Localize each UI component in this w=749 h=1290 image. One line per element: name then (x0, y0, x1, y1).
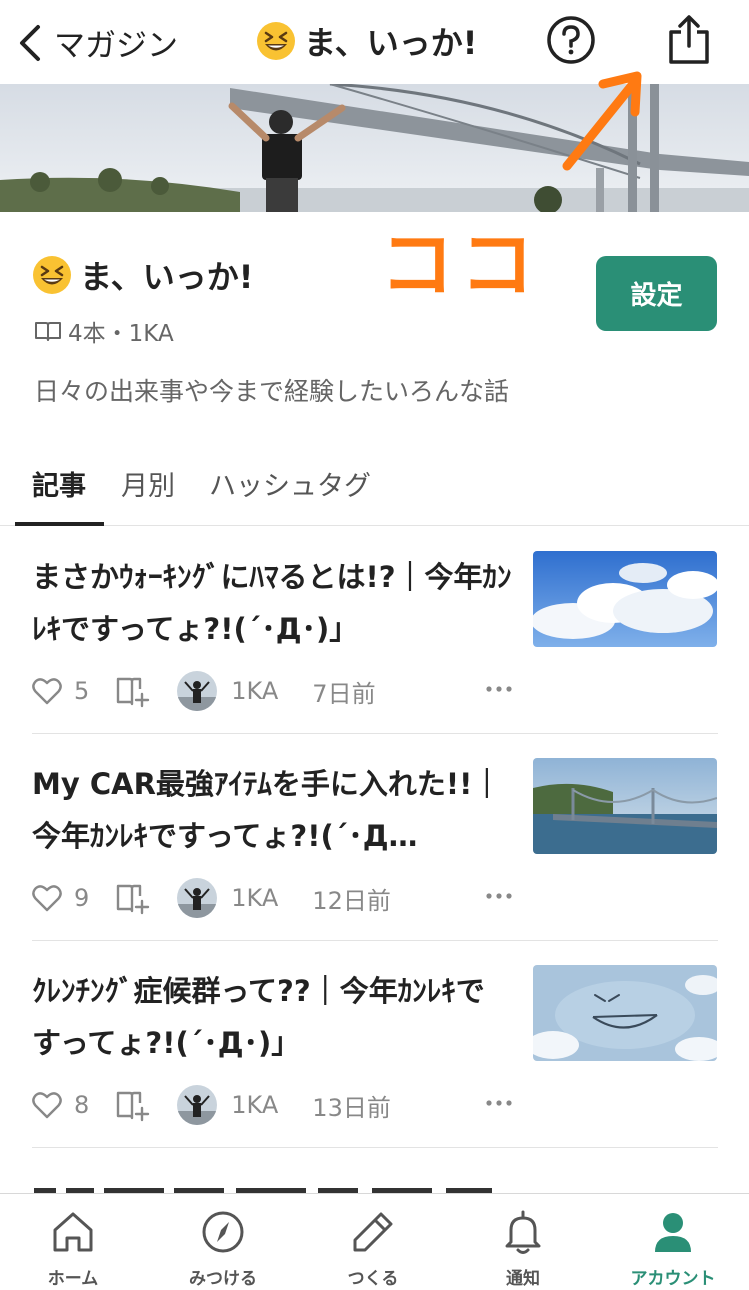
bottom-nav-account[interactable]: アカウント (613, 1208, 733, 1289)
article-thumbnail[interactable] (533, 965, 717, 1061)
article-date: 7日前 (312, 679, 376, 708)
author-name[interactable]: 1KA (231, 1091, 278, 1119)
account-icon (655, 1213, 691, 1252)
magazine-title: ま、いっか! (32, 252, 253, 298)
article-thumbnail[interactable] (533, 551, 717, 647)
heart-icon (32, 885, 62, 912)
article-divider (32, 733, 718, 734)
more-options-icon[interactable] (484, 884, 514, 908)
tab-hashtags[interactable]: ハッシュタグ (209, 464, 371, 503)
book-icon (35, 322, 61, 341)
pencil-icon (353, 1212, 393, 1252)
heart-icon (32, 678, 62, 705)
back-label: マガジン (54, 28, 178, 64)
nav-title: ま、いっか! (256, 18, 477, 64)
add-to-magazine-icon[interactable] (115, 673, 151, 709)
active-tab-indicator (15, 522, 104, 526)
tab-monthly[interactable]: 月別 (121, 464, 175, 503)
nav-title-text: ま、いっか! (304, 24, 478, 62)
like-button[interactable]: 8 (32, 1091, 89, 1119)
article-item[interactable]: My CAR最強ｱｲﾃﾑを手に入れた!!｜今年ｶﾝﾚｷですってょ?!(´･Д… (32, 758, 718, 918)
share-icon[interactable] (666, 12, 712, 68)
tab-articles[interactable]: 記事 (32, 464, 86, 503)
grinning-squinting-emoji-icon (33, 256, 71, 294)
article-title[interactable]: My CAR最強ｱｲﾃﾑを手に入れた!!｜今年ｶﾝﾚｷですってょ?!(´･Д… (32, 758, 512, 862)
annotation-text: ココ (380, 222, 540, 308)
author-avatar[interactable] (177, 671, 218, 711)
article-divider (32, 1147, 718, 1148)
author-name[interactable]: 1KA (231, 884, 278, 912)
help-icon[interactable] (545, 14, 597, 66)
like-count: 9 (74, 884, 90, 912)
bottom-tab-bar: ホーム みつける つくる 通知 アカウント (0, 1193, 749, 1290)
bottom-nav-home[interactable]: ホーム (13, 1208, 133, 1289)
home-icon (53, 1212, 93, 1252)
grinning-squinting-emoji-icon (257, 22, 295, 60)
magazine-hero-image (0, 84, 749, 212)
chevron-left-icon (20, 24, 40, 61)
more-options-icon[interactable] (484, 677, 514, 701)
magazine-description: 日々の出来事や今まで経験したいろんな話 (34, 377, 510, 406)
content-tabs: 記事 月別 ハッシュタグ (0, 452, 749, 526)
magazine-meta-text: 4本・1KA (68, 321, 174, 347)
add-to-magazine-icon[interactable] (115, 1087, 151, 1123)
magazine-meta: 4本・1KA (34, 314, 174, 348)
bottom-nav-create-label: つくる (347, 1269, 399, 1289)
settings-button[interactable]: 設定 (596, 256, 717, 331)
article-title[interactable]: まさかｳｫｰｷﾝｸﾞにﾊﾏるとは!?｜今年ｶﾝﾚｷですってょ?!(´･Д･)」 (32, 551, 512, 655)
like-button[interactable]: 5 (32, 677, 89, 705)
article-title[interactable]: ｸﾚﾝﾁﾝｸﾞ症候群って??｜今年ｶﾝﾚｷですってょ?!(´･Д･)」 (32, 965, 512, 1069)
article-date: 12日前 (312, 886, 391, 915)
article-meta: 9 1KA 12日前 (32, 876, 512, 920)
bottom-nav-create[interactable]: つくる (313, 1208, 433, 1289)
article-item[interactable]: ｸﾚﾝﾁﾝｸﾞ症候群って??｜今年ｶﾝﾚｷですってょ?!(´･Д･)」 8 1K… (32, 965, 718, 1125)
bottom-nav-discover[interactable]: みつける (163, 1208, 283, 1289)
magazine-title-text: ま、いっか! (80, 258, 254, 296)
like-count: 5 (74, 677, 90, 705)
bell-icon (505, 1210, 541, 1254)
bottom-nav-account-label: アカウント (630, 1269, 716, 1289)
bottom-nav-discover-label: みつける (189, 1269, 257, 1289)
compass-icon (202, 1211, 244, 1253)
bottom-nav-notifications-label: 通知 (506, 1269, 540, 1289)
add-to-magazine-icon[interactable] (115, 880, 151, 916)
bottom-nav-home-label: ホーム (47, 1269, 99, 1289)
author-avatar[interactable] (177, 878, 218, 918)
article-thumbnail[interactable] (533, 758, 717, 854)
back-button[interactable]: マガジン (14, 20, 178, 65)
author-avatar[interactable] (177, 1085, 218, 1125)
article-meta: 5 1KA 7日前 (32, 669, 512, 713)
like-count: 8 (74, 1091, 90, 1119)
article-divider (32, 940, 718, 941)
heart-icon (32, 1092, 62, 1119)
article-item[interactable]: まさかｳｫｰｷﾝｸﾞにﾊﾏるとは!?｜今年ｶﾝﾚｷですってょ?!(´･Д･)」 … (32, 551, 718, 711)
more-options-icon[interactable] (484, 1091, 514, 1115)
bottom-nav-notifications[interactable]: 通知 (463, 1208, 583, 1289)
like-button[interactable]: 9 (32, 884, 89, 912)
author-name[interactable]: 1KA (231, 677, 278, 705)
article-date: 13日前 (312, 1093, 391, 1122)
top-nav-bar: マガジン ま、いっか! (0, 0, 749, 84)
article-meta: 8 1KA 13日前 (32, 1083, 512, 1127)
